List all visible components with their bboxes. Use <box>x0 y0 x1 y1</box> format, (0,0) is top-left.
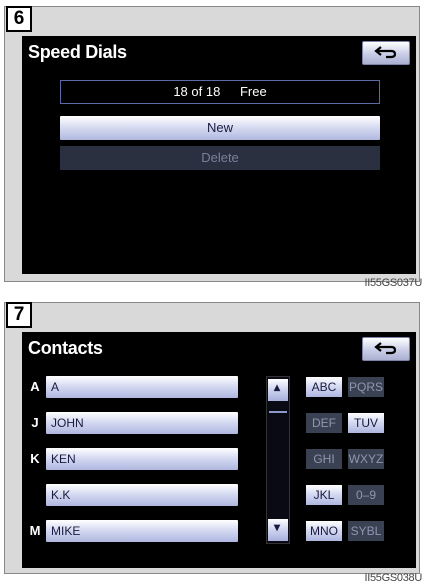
scroll-down-icon: ▾ <box>274 520 281 534</box>
scrollbar[interactable]: ▴ ▾ <box>266 376 290 544</box>
contact-item[interactable]: KEN <box>46 448 238 470</box>
key-wxyz[interactable]: WXYZ <box>348 449 384 469</box>
screen-title: Contacts <box>28 338 103 358</box>
free-label: Free <box>239 84 267 99</box>
key-pqrs[interactable]: PQRS <box>348 377 384 397</box>
key-jkl[interactable]: JKL <box>306 485 342 505</box>
key-0-9[interactable]: 0–9 <box>348 485 384 505</box>
contact-item[interactable]: K.K <box>46 484 238 506</box>
back-button[interactable] <box>362 41 410 65</box>
index-letter: A <box>30 379 40 394</box>
index-letter: J <box>31 415 39 430</box>
index-letter: M <box>29 523 41 538</box>
speed-dials-screen: Speed Dials 18 of 18 Free New Delete <box>22 36 416 274</box>
delete-button[interactable]: Delete <box>60 146 380 170</box>
back-arrow-icon <box>374 46 397 59</box>
step-number: 7 <box>6 302 32 328</box>
free-count: 18 of 18 <box>173 84 221 99</box>
key-def[interactable]: DEF <box>306 413 342 433</box>
key-sybl[interactable]: SYBL <box>348 521 384 541</box>
figure-code: II55GS038U <box>364 572 422 584</box>
key-tuv[interactable]: TUV <box>348 413 384 433</box>
free-count-display: 18 of 18 Free <box>60 80 380 104</box>
key-ghi[interactable]: GHI <box>306 449 342 469</box>
key-mno[interactable]: MNO <box>306 521 342 541</box>
index-letter: K <box>30 451 40 466</box>
back-arrow-icon <box>374 342 397 355</box>
scroll-down-button[interactable]: ▾ <box>268 519 288 541</box>
speed-dials-figure: 6 Speed Dials 18 of 18 Free New Delete I… <box>0 0 424 292</box>
step-number: 6 <box>6 6 32 32</box>
scroll-up-button[interactable]: ▴ <box>268 379 288 401</box>
contacts-screen: Contacts A A J JOHN K KEN K.K M MIKE ▴ ▾… <box>22 332 416 568</box>
scroll-up-icon: ▴ <box>274 380 281 394</box>
contact-item[interactable]: A <box>46 376 238 398</box>
figure-code: II55GS037U <box>364 277 422 289</box>
key-abc[interactable]: ABC <box>306 377 342 397</box>
screen-title: Speed Dials <box>28 42 127 62</box>
contact-item[interactable]: MIKE <box>46 520 238 542</box>
contacts-figure: 7 Contacts A A J JOHN K KEN K.K M MIKE ▴… <box>0 298 424 587</box>
contact-item[interactable]: JOHN <box>46 412 238 434</box>
new-button[interactable]: New <box>60 116 380 140</box>
scroll-position-indicator <box>269 411 287 413</box>
back-button[interactable] <box>362 337 410 361</box>
